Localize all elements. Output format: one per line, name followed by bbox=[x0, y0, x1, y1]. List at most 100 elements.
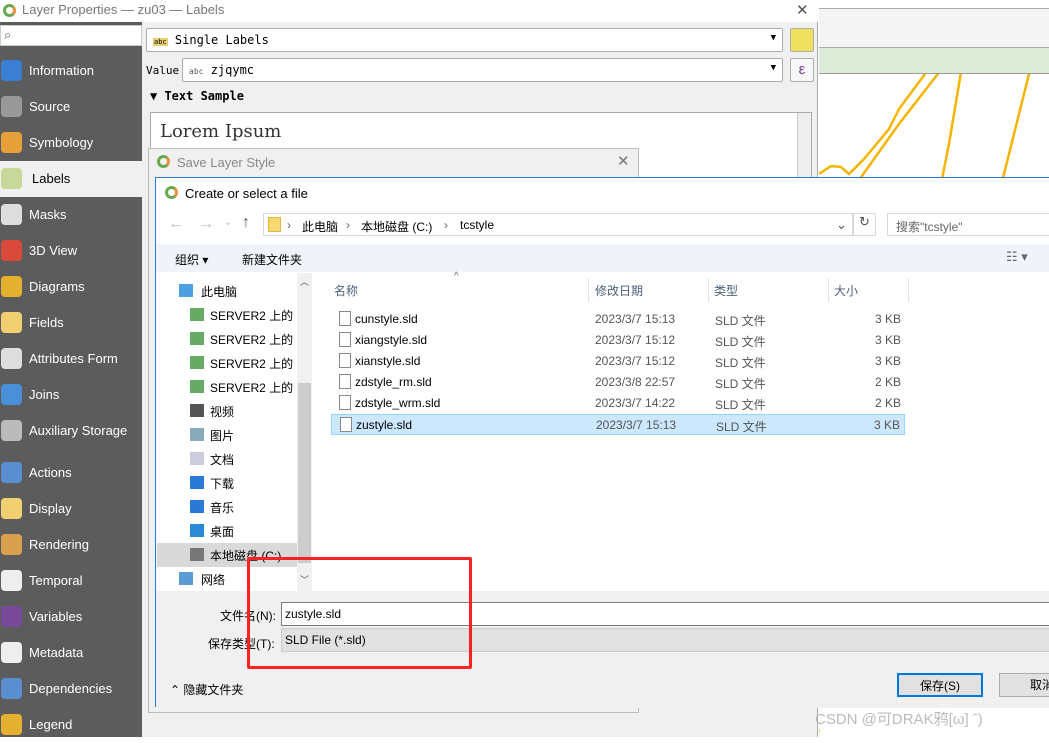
file-row[interactable]: zustyle.sld 2023/3/7 15:13 SLD 文件 3 KB bbox=[331, 414, 905, 435]
refresh-button[interactable]: ↻ bbox=[853, 213, 876, 236]
sidebar-item-display[interactable]: Display bbox=[0, 491, 142, 527]
breadcrumb[interactable]: › 此电脑 › 本地磁盘 (C:) › tcstyle ⌄ bbox=[263, 213, 853, 236]
nav-item[interactable]: SERVER2 上的 I bbox=[157, 375, 297, 399]
nav-item[interactable]: 视频 bbox=[157, 399, 297, 423]
up-button[interactable]: ↑ bbox=[242, 214, 250, 232]
file-row[interactable]: zdstyle_wrm.sld 2023/3/7 14:22 SLD 文件 2 … bbox=[331, 393, 905, 414]
sidebar-item-auxiliary-storage[interactable]: Auxiliary Storage bbox=[0, 413, 142, 449]
nav-item-label: SERVER2 上的 I bbox=[210, 381, 297, 395]
file-row[interactable]: cunstyle.sld 2023/3/7 15:13 SLD 文件 3 KB bbox=[331, 309, 905, 330]
watermark: CSDN @可DRAK鸦[ω] ˆ) bbox=[815, 711, 983, 728]
sidebar-item-temporal[interactable]: Temporal bbox=[0, 563, 142, 599]
actions-icon bbox=[1, 462, 22, 483]
organize-button[interactable]: 组织 ▾ bbox=[175, 251, 208, 268]
nav-item[interactable]: 此电脑 bbox=[157, 279, 297, 303]
view-options-icon[interactable]: ☷ ▾ bbox=[1006, 249, 1028, 265]
sidebar-item-legend[interactable]: Legend bbox=[0, 707, 142, 743]
sidebar-item-masks[interactable]: Masks bbox=[0, 197, 142, 233]
dialog-title: Save Layer Style bbox=[177, 155, 276, 170]
diagrams-icon bbox=[1, 276, 22, 297]
back-button[interactable]: ← bbox=[168, 215, 184, 233]
nav-item[interactable]: 下载 bbox=[157, 471, 297, 495]
sidebar-item-label: Joins bbox=[29, 387, 60, 402]
file-row[interactable]: xianstyle.sld 2023/3/7 15:12 SLD 文件 3 KB bbox=[331, 351, 905, 372]
column-type[interactable]: 类型 bbox=[714, 282, 738, 299]
video-icon bbox=[190, 404, 204, 417]
column-name[interactable]: 名称 bbox=[334, 282, 358, 299]
file-row[interactable]: xiangstyle.sld 2023/3/7 15:12 SLD 文件 3 K… bbox=[331, 330, 905, 351]
nav-item[interactable]: 桌面 bbox=[157, 519, 297, 543]
nav-item[interactable]: SERVER2 上的 I bbox=[157, 351, 297, 375]
nav-item-label: 此电脑 bbox=[201, 285, 238, 299]
breadcrumb-item[interactable]: tcstyle bbox=[460, 218, 494, 232]
sidebar-item-symbology[interactable]: Symbology bbox=[0, 125, 142, 161]
sidebar-item-label: Source bbox=[29, 99, 71, 114]
recent-dropdown[interactable]: ⌄ bbox=[224, 217, 232, 228]
sidebar-item-3d-view[interactable]: 3D View bbox=[0, 233, 142, 269]
sidebar-item-actions[interactable]: Actions bbox=[0, 455, 142, 491]
close-button[interactable]: ✕ bbox=[796, 1, 809, 19]
labels-icon bbox=[1, 168, 22, 189]
forward-button[interactable]: → bbox=[198, 215, 214, 233]
breadcrumb-item[interactable]: 本地磁盘 (C:) bbox=[361, 218, 432, 235]
sidebar-item-diagrams[interactable]: Diagrams bbox=[0, 269, 142, 305]
expression-button[interactable]: ε bbox=[790, 58, 814, 82]
sidebar-item-rendering[interactable]: Rendering bbox=[0, 527, 142, 563]
breadcrumb-item[interactable]: 此电脑 bbox=[302, 218, 338, 235]
nav-item[interactable]: 图片 bbox=[157, 423, 297, 447]
column-size[interactable]: 大小 bbox=[834, 282, 858, 299]
sidebar-item-label: Information bbox=[29, 63, 95, 78]
text-sample-header[interactable]: ▼ Text Sample bbox=[150, 89, 244, 103]
new-folder-button[interactable]: 新建文件夹 bbox=[242, 251, 302, 268]
value-expression-input[interactable]: abc zjqymc ▼ bbox=[182, 58, 783, 82]
chevron-down-icon[interactable]: ⌄ bbox=[836, 217, 847, 233]
sidebar-item-label: Rendering bbox=[29, 537, 89, 552]
nav-item[interactable]: 音乐 bbox=[157, 495, 297, 519]
sidebar-item-information[interactable]: Information bbox=[0, 53, 142, 89]
file-name: cunstyle.sld bbox=[355, 312, 418, 326]
sidebar-item-labels[interactable]: Labels bbox=[0, 161, 142, 197]
sidebar-item-dependencies[interactable]: Dependencies bbox=[0, 671, 142, 707]
highlight-annotation bbox=[247, 557, 472, 669]
search-input[interactable]: 搜索"tcstyle" bbox=[887, 213, 1049, 236]
nav-item[interactable]: SERVER2 上的 I bbox=[157, 327, 297, 351]
sidebar-item-source[interactable]: Source bbox=[0, 89, 142, 125]
file-date: 2023/3/8 22:57 bbox=[595, 375, 676, 389]
sidebar-item-label: Symbology bbox=[29, 135, 94, 150]
download-icon bbox=[190, 476, 204, 489]
nav-item[interactable]: 文档 bbox=[157, 447, 297, 471]
attributes-form-icon bbox=[1, 348, 22, 369]
column-date[interactable]: 修改日期 bbox=[595, 282, 643, 299]
sidebar-item-metadata[interactable]: Metadata bbox=[0, 635, 142, 671]
nav-item-label: 桌面 bbox=[210, 525, 235, 539]
sidebar-item-label: Auxiliary Storage bbox=[29, 423, 128, 438]
file-name: xiangstyle.sld bbox=[355, 333, 428, 347]
legend-icon bbox=[1, 714, 22, 735]
fields-icon bbox=[1, 312, 22, 333]
nav-scrollbar[interactable]: ︿ ﹀ bbox=[297, 273, 312, 591]
nav-item-label: 文档 bbox=[210, 453, 235, 467]
label-mode-select[interactable]: abc Single Labels ▼ bbox=[146, 28, 783, 52]
collapse-triangle-icon: ▼ bbox=[150, 89, 165, 103]
nav-item[interactable]: SERVER2 上的 ( bbox=[157, 303, 297, 327]
network-drive-icon bbox=[190, 308, 204, 321]
sidebar-item-label: Dependencies bbox=[29, 681, 113, 696]
symbology-icon bbox=[1, 132, 22, 153]
sidebar-item-fields[interactable]: Fields bbox=[0, 305, 142, 341]
hide-folders-button[interactable]: ⌃ 隐藏文件夹 bbox=[170, 681, 243, 698]
sidebar-item-attributes-form[interactable]: Attributes Form bbox=[0, 341, 142, 377]
sidebar-search-input[interactable]: ⌕ bbox=[0, 25, 142, 46]
file-date: 2023/3/7 15:12 bbox=[595, 354, 676, 368]
scrollbar[interactable] bbox=[797, 113, 811, 183]
desktop-icon bbox=[190, 524, 204, 537]
sidebar-item-variables[interactable]: Variables bbox=[0, 599, 142, 635]
cancel-button[interactable]: 取消 bbox=[999, 673, 1049, 697]
close-button[interactable]: ✕ bbox=[617, 152, 630, 170]
rendering-icon bbox=[1, 534, 22, 555]
file-icon bbox=[339, 374, 351, 389]
file-row[interactable]: zdstyle_rm.sld 2023/3/8 22:57 SLD 文件 2 K… bbox=[331, 372, 905, 393]
save-button[interactable]: 保存(S) bbox=[897, 673, 983, 697]
rule-settings-button[interactable] bbox=[790, 28, 814, 52]
dependencies-icon bbox=[1, 678, 22, 699]
sidebar-item-joins[interactable]: Joins bbox=[0, 377, 142, 413]
